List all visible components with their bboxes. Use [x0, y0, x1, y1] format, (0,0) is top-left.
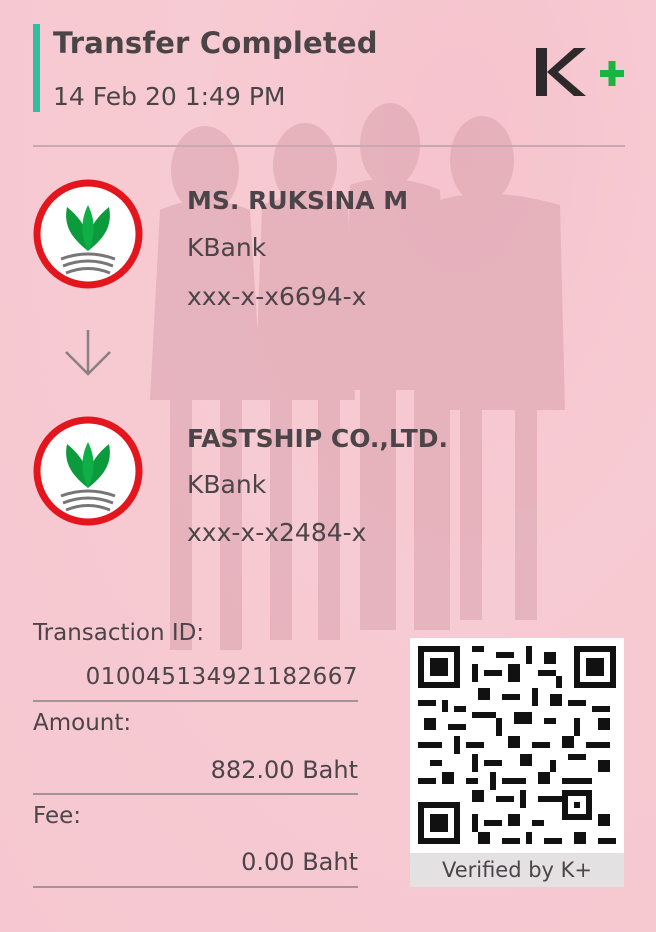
- amount-value: 882.00 Baht: [210, 756, 358, 784]
- kbank-logo-icon: [33, 416, 143, 526]
- qr-code-icon: [418, 646, 616, 844]
- receiver-account: xxx-x-x2484-x: [187, 518, 367, 547]
- transfer-datetime: 14 Feb 20 1:49 PM: [53, 82, 286, 111]
- qr-caption: Verified by K+: [410, 853, 624, 887]
- transaction-id-value: 010045134921182667: [85, 664, 358, 690]
- transaction-divider: [33, 700, 358, 702]
- qr-code[interactable]: [410, 638, 624, 853]
- fee-value: 0.00 Baht: [241, 848, 358, 876]
- kplus-logo-icon: [536, 48, 624, 96]
- header-accent-bar: [33, 24, 40, 112]
- amount-divider: [33, 793, 358, 795]
- header-divider: [33, 145, 625, 147]
- sender-bank: KBank: [187, 233, 267, 262]
- sender-account: xxx-x-x6694-x: [187, 282, 367, 311]
- receiver-name: FASTSHIP CO.,LTD.: [187, 424, 449, 453]
- amount-label: Amount:: [33, 710, 132, 736]
- transaction-id-label: Transaction ID:: [33, 620, 205, 646]
- fee-divider: [33, 886, 358, 888]
- page-title: Transfer Completed: [53, 26, 378, 60]
- receiver-bank: KBank: [187, 470, 267, 499]
- sender-name: MS. RUKSINA M: [187, 186, 409, 215]
- fee-label: Fee:: [33, 803, 82, 829]
- kbank-logo-icon: [33, 179, 143, 289]
- arrow-down-icon: [65, 330, 111, 376]
